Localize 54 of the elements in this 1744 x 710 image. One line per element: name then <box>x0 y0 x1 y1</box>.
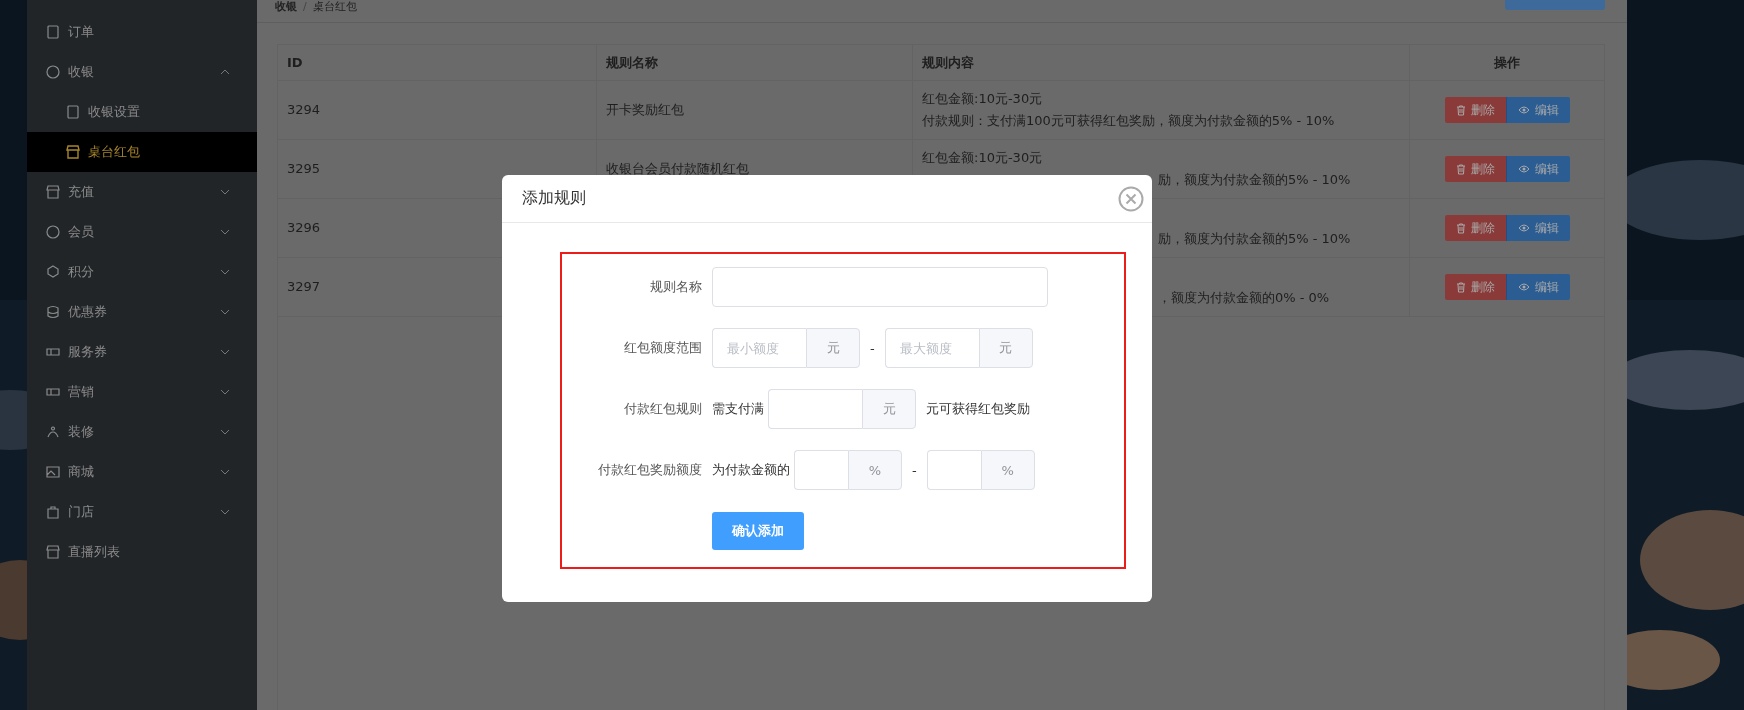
sidebar-item[interactable]: 服务券 <box>27 332 257 372</box>
unit-label: 元 <box>978 328 1033 368</box>
range-separator: - <box>912 462 917 478</box>
breadcrumb-link[interactable]: 收银 <box>275 0 297 14</box>
table-cell: 开卡奖励红包 <box>596 80 913 140</box>
range-separator: - <box>870 340 875 356</box>
input-field[interactable]: 最小额度 <box>712 328 806 368</box>
sidebar-item[interactable]: 直播列表 <box>27 532 257 572</box>
column-header: 规则内容 <box>912 45 1410 81</box>
unit-label: 元 <box>806 328 860 368</box>
field-text: 元可获得红包奖励 <box>926 400 1030 418</box>
sidebar-item[interactable]: 营销 <box>27 372 257 412</box>
unit-label: % <box>980 450 1035 490</box>
edit-button[interactable]: 编辑 <box>1505 97 1570 123</box>
field-text: 为付款金额的 <box>712 461 790 479</box>
unit-label: % <box>848 450 902 490</box>
delete-button[interactable]: 删除 <box>1444 274 1506 300</box>
delete-button[interactable]: 删除 <box>1444 156 1506 182</box>
sidebar-item[interactable]: 优惠券 <box>27 292 257 332</box>
delete-button[interactable]: 删除 <box>1444 215 1506 241</box>
confirm-button[interactable]: 确认添加 <box>712 512 804 550</box>
rule-text: 红包金额:10元-30元 <box>922 90 1043 108</box>
sidebar-item[interactable]: 收银 <box>27 52 257 92</box>
sidebar-item[interactable]: 门店 <box>27 492 257 532</box>
field-label: 红包额度范围 <box>623 339 703 357</box>
sidebar-item[interactable]: 收银设置 <box>27 92 257 132</box>
sidebar-item[interactable]: 订单 <box>27 12 257 52</box>
edit-button[interactable]: 编辑 <box>1505 156 1570 182</box>
field-text: 需支付满 <box>712 400 764 418</box>
field-label: 付款红包规则 <box>623 400 703 418</box>
sidebar-item[interactable]: 桌台红包 <box>27 132 257 172</box>
sidebar-item[interactable]: 装修 <box>27 412 257 452</box>
rule-text: 付款规则：支付满100元可获得红包奖励，额度为付款金额的5% - 10% <box>922 112 1335 130</box>
table-cell: 3294 <box>278 80 597 140</box>
input-field[interactable]: 最大额度 <box>884 328 979 368</box>
rule-text: 励，额度为付款金额的5% - 10% <box>1158 171 1351 189</box>
edit-button[interactable]: 编辑 <box>1505 215 1570 241</box>
breadcrumb-link[interactable]: 桌台红包 <box>312 0 357 14</box>
sidebar-item[interactable]: 会员 <box>27 212 257 252</box>
unit-label: 元 <box>862 389 916 429</box>
breadcrumb-separator: / <box>303 0 307 14</box>
delete-button[interactable]: 删除 <box>1444 97 1506 123</box>
column-header: 规则名称 <box>596 45 913 81</box>
sidebar-item[interactable]: 积分 <box>27 252 257 292</box>
column-header: ID <box>278 45 597 81</box>
column-header: 操作 <box>1409 45 1604 81</box>
sidebar-item[interactable]: 充值 <box>27 172 257 212</box>
rule-text: ，额度为付款金额的0% - 0% <box>1158 289 1330 307</box>
rule-text: 红包金额:10元-30元 <box>922 149 1043 167</box>
field-label: 规则名称 <box>649 278 703 296</box>
edit-button[interactable]: 编辑 <box>1505 274 1570 300</box>
field-label: 付款红包奖励额度 <box>597 461 703 479</box>
rule-text: 励，额度为付款金额的5% - 10% <box>1158 230 1351 248</box>
sidebar-item[interactable]: 商城 <box>27 452 257 492</box>
